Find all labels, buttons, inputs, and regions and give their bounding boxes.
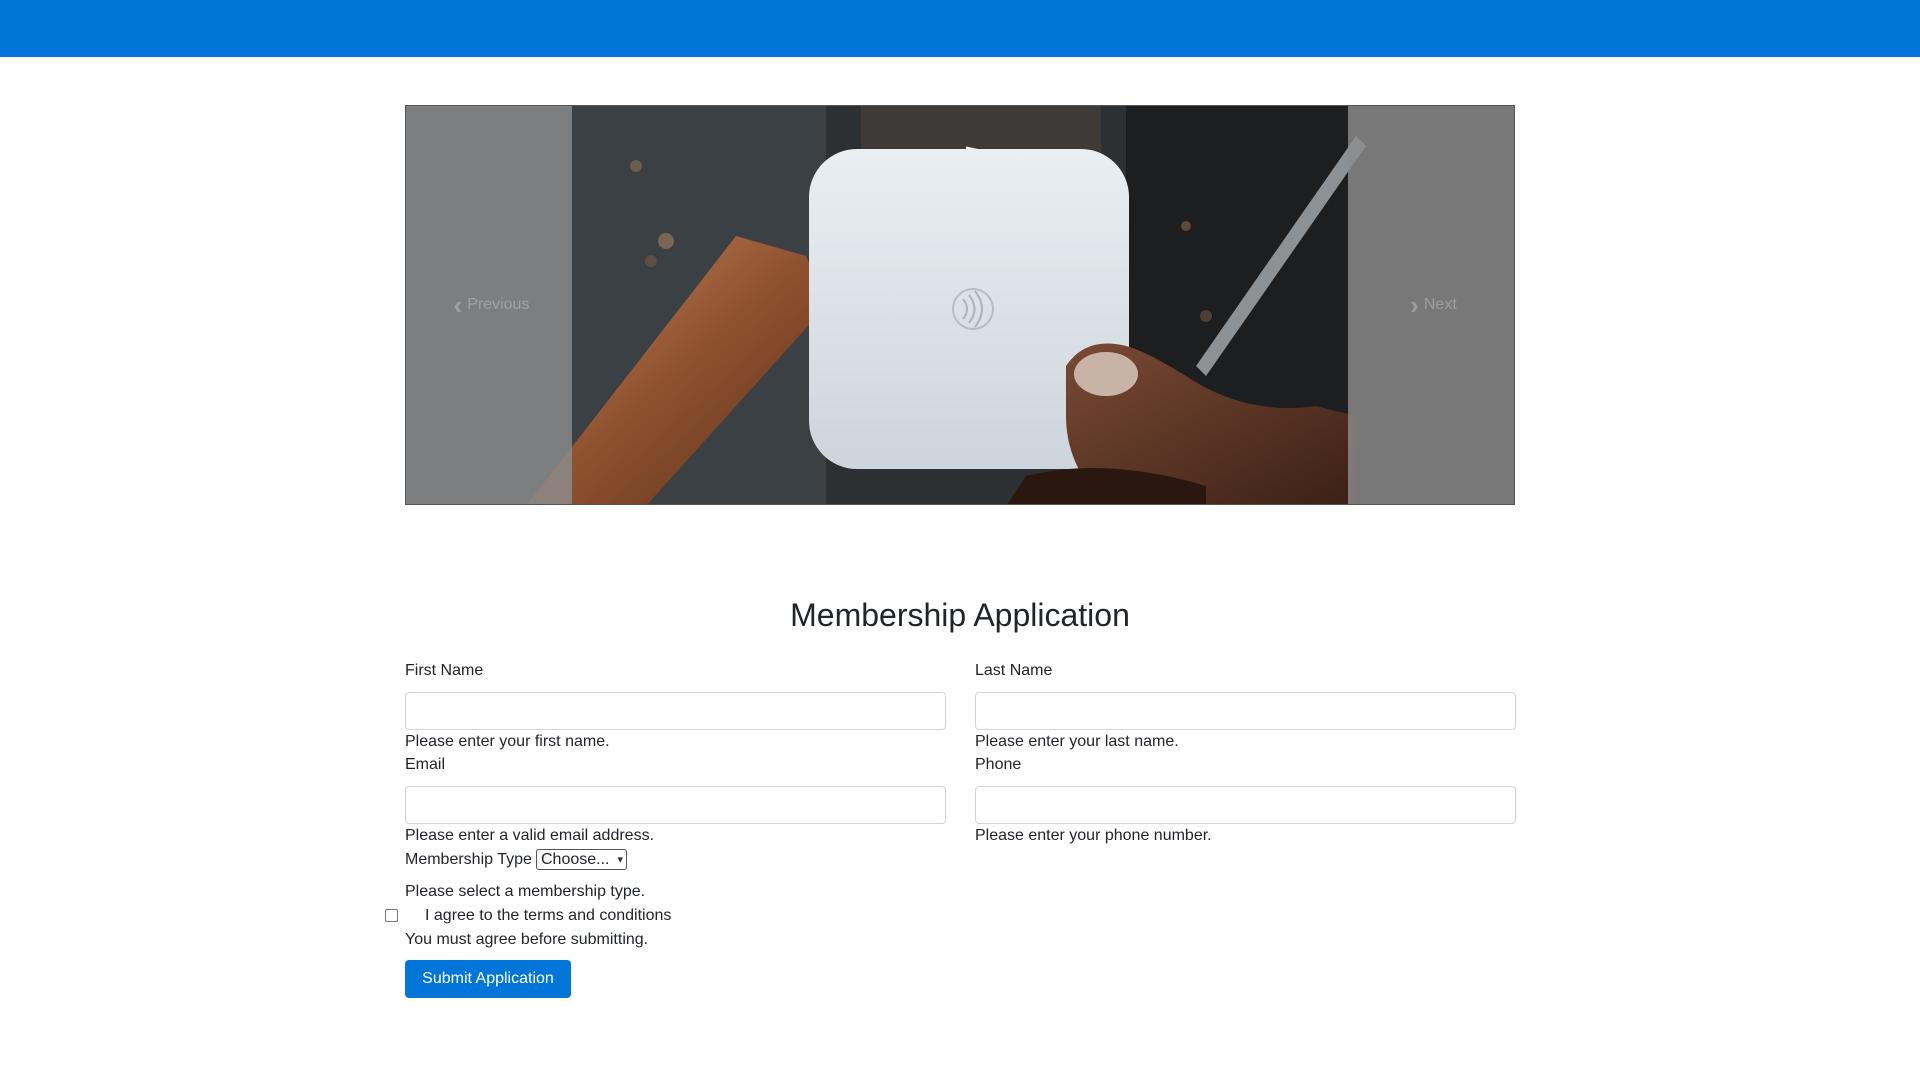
first-name-hint: Please enter your first name.: [405, 733, 610, 750]
submit-application-button[interactable]: Submit Application: [405, 960, 571, 998]
last-name-hint: Please enter your last name.: [975, 733, 1179, 750]
membership-type-select[interactable]: Choose... ▾: [536, 849, 627, 870]
page-title: Membership Application: [790, 597, 1130, 633]
top-navbar: [0, 0, 1920, 57]
carousel-prev-button[interactable]: ‹ Previous: [406, 106, 572, 504]
first-name-label: First Name: [405, 662, 484, 679]
membership-type-hint: Please select a membership type.: [405, 883, 646, 900]
chevron-down-icon: ▾: [617, 854, 623, 866]
carousel-next-label: Next: [1423, 296, 1457, 313]
email-label: Email: [405, 756, 446, 773]
carousel-prev-label: Previous: [467, 296, 530, 313]
membership-type-label: Membership Type: [405, 851, 532, 868]
last-name-label: Last Name: [975, 662, 1053, 679]
email-hint: Please enter a valid email address.: [405, 827, 655, 844]
membership-type-selected: Choose...: [541, 850, 610, 868]
chevron-left-icon: ‹: [453, 290, 463, 320]
carousel-next-button[interactable]: › Next: [1348, 106, 1514, 504]
last-name-field[interactable]: [975, 692, 1516, 730]
chevron-right-icon: ›: [1410, 290, 1419, 320]
first-name-field[interactable]: [405, 692, 946, 730]
image-carousel: ne ‹ Previous › Next: [405, 105, 1515, 505]
phone-label: Phone: [975, 756, 1022, 773]
terms-checkbox[interactable]: [385, 909, 398, 922]
phone-field[interactable]: [975, 786, 1516, 824]
phone-hint: Please enter your phone number.: [975, 827, 1212, 844]
terms-hint: You must agree before submitting.: [405, 931, 649, 948]
terms-label[interactable]: I agree to the terms and conditions: [425, 907, 671, 925]
email-field[interactable]: [405, 786, 946, 824]
